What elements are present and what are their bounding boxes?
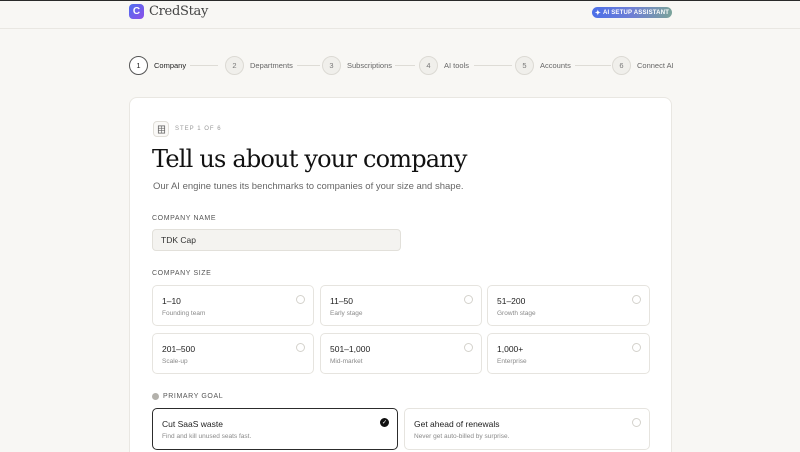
company-size-label: COMPANY SIZE bbox=[152, 270, 212, 277]
option-subtitle: Growth stage bbox=[497, 310, 536, 317]
ai-badge-label: AI SETUP ASSISTANT bbox=[602, 9, 670, 16]
step-connector bbox=[474, 65, 512, 66]
building-icon-glyph bbox=[157, 124, 165, 134]
step-connector bbox=[395, 65, 415, 66]
company-name-input[interactable] bbox=[152, 229, 401, 251]
option-title: 201–500 bbox=[162, 344, 196, 354]
option-subtitle: Early stage bbox=[330, 310, 363, 317]
step-number: 2 bbox=[225, 56, 244, 75]
step-subscriptions[interactable]: 3 Subscriptions bbox=[322, 56, 392, 75]
building-icon bbox=[153, 121, 169, 137]
step-ai-tools[interactable]: 4 AI tools bbox=[419, 56, 469, 75]
option-title: 1,000+ bbox=[497, 344, 524, 354]
size-option-1-10[interactable]: 1–10 Founding team bbox=[152, 285, 314, 326]
radio-button[interactable] bbox=[632, 418, 641, 427]
sparkle-icon: ✦ bbox=[594, 9, 601, 17]
option-title: 51–200 bbox=[497, 296, 526, 306]
option-subtitle: Scale-up bbox=[162, 358, 188, 365]
company-step-card: STEP 1 OF 6 Tell us about your company O… bbox=[129, 97, 672, 452]
step-connector bbox=[575, 65, 611, 66]
size-option-1000-plus[interactable]: 1,000+ Enterprise bbox=[487, 333, 650, 374]
option-subtitle: Enterprise bbox=[497, 358, 527, 365]
step-label: AI tools bbox=[444, 61, 470, 70]
size-option-51-200[interactable]: 51–200 Growth stage bbox=[487, 285, 650, 326]
app-name: CredStay bbox=[149, 4, 209, 19]
company-name-label: COMPANY NAME bbox=[152, 215, 217, 222]
ai-setup-assistant-badge[interactable]: ✦ AI SETUP ASSISTANT bbox=[592, 7, 672, 18]
step-label: Accounts bbox=[540, 61, 571, 70]
page-title: Tell us about your company bbox=[152, 145, 467, 173]
setup-stepper: 1 Company 2 Departments 3 Subscriptions … bbox=[129, 56, 674, 75]
radio-button[interactable] bbox=[632, 295, 641, 304]
page-subtitle: Our AI engine tunes its benchmarks to co… bbox=[153, 181, 464, 192]
option-title: 1–10 bbox=[162, 296, 181, 306]
option-title: Cut SaaS waste bbox=[162, 419, 223, 429]
step-connect-ai[interactable]: 6 Connect AI bbox=[612, 56, 674, 75]
option-subtitle: Find and kill unused seats fast. bbox=[162, 433, 252, 440]
goal-option-get-ahead-of-renewals[interactable]: Get ahead of renewals Never get auto-bil… bbox=[404, 408, 650, 450]
step-company[interactable]: 1 Company bbox=[129, 56, 186, 75]
step-eyebrow: STEP 1 OF 6 bbox=[175, 126, 222, 132]
option-subtitle: Mid-market bbox=[330, 358, 363, 365]
radio-button[interactable] bbox=[296, 295, 305, 304]
step-connector bbox=[297, 65, 320, 66]
step-label: Company bbox=[154, 61, 187, 70]
option-subtitle: Founding team bbox=[162, 310, 206, 317]
step-number: 4 bbox=[419, 56, 438, 75]
option-title: 11–50 bbox=[330, 296, 354, 306]
radio-button[interactable] bbox=[296, 343, 305, 352]
goal-option-cut-saas-waste[interactable]: Cut SaaS waste Find and kill unused seat… bbox=[152, 408, 398, 450]
step-connector bbox=[190, 65, 218, 66]
size-option-201-500[interactable]: 201–500 Scale-up bbox=[152, 333, 314, 374]
goal-section-icon bbox=[152, 393, 159, 400]
radio-button[interactable] bbox=[464, 295, 473, 304]
option-subtitle: Never get auto-billed by surprise. bbox=[414, 433, 510, 440]
step-number: 5 bbox=[515, 56, 534, 75]
step-number: 3 bbox=[322, 56, 341, 75]
primary-goal-label: PRIMARY GOAL bbox=[163, 393, 224, 400]
size-option-11-50[interactable]: 11–50 Early stage bbox=[320, 285, 482, 326]
step-number: 1 bbox=[129, 56, 148, 75]
step-number: 6 bbox=[612, 56, 631, 75]
option-title: Get ahead of renewals bbox=[414, 419, 500, 429]
checkmark-icon[interactable]: ✓ bbox=[380, 418, 389, 427]
radio-button[interactable] bbox=[464, 343, 473, 352]
size-option-501-1000[interactable]: 501–1,000 Mid-market bbox=[320, 333, 482, 374]
step-label: Subscriptions bbox=[347, 61, 393, 70]
step-label: Departments bbox=[250, 61, 293, 70]
logo-icon: C bbox=[129, 4, 144, 19]
step-departments[interactable]: 2 Departments bbox=[225, 56, 293, 75]
top-bar: C CredStay ✦ AI SETUP ASSISTANT bbox=[0, 0, 800, 29]
step-accounts[interactable]: 5 Accounts bbox=[515, 56, 571, 75]
radio-button[interactable] bbox=[632, 343, 641, 352]
option-title: 501–1,000 bbox=[330, 344, 371, 354]
step-label: Connect AI bbox=[637, 61, 674, 70]
